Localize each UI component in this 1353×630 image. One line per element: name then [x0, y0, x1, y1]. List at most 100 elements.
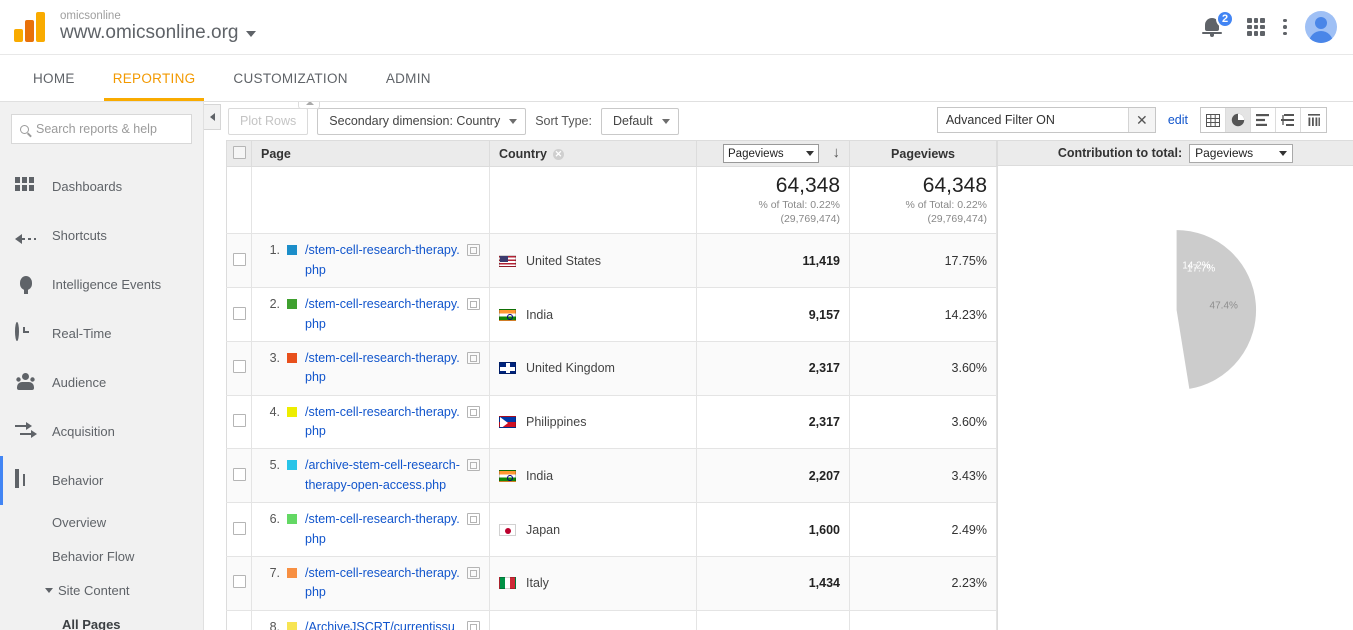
row-checkbox[interactable] — [232, 521, 246, 535]
tab-reporting[interactable]: REPORTING — [94, 55, 215, 101]
property-name-row[interactable]: www.omicsonline.org — [60, 22, 257, 44]
open-in-new-window-icon[interactable] — [467, 298, 480, 311]
select-all-header[interactable] — [226, 140, 252, 167]
apps-grid-icon[interactable] — [1247, 18, 1265, 36]
open-in-new-window-icon[interactable] — [467, 620, 480, 630]
report-body: Page Country ✕ Pageviews ↓ Pageviews 64,… — [226, 140, 1353, 630]
row-checkbox[interactable] — [232, 306, 246, 320]
sidebar-label-site-content: Site Content — [58, 582, 130, 598]
avatar[interactable] — [1305, 11, 1337, 43]
sort-descending-icon[interactable]: ↓ — [833, 144, 841, 161]
row-checkbox-cell[interactable] — [226, 394, 252, 450]
row-checkbox-cell[interactable] — [226, 609, 252, 630]
open-in-new-window-icon[interactable] — [467, 566, 480, 579]
row-page-link[interactable]: /stem-cell-research-therapy.php — [305, 295, 461, 334]
notification-count-badge: 2 — [1216, 10, 1234, 28]
sidebar-item-audience[interactable]: Audience — [0, 358, 203, 407]
table-row[interactable]: 1. /stem-cell-research-therapy.php United … — [226, 233, 997, 289]
table-row[interactable]: 8. /ArchiveJSCRT/currentissue-stem-cell-r… — [226, 609, 997, 630]
row-checkbox[interactable] — [232, 575, 246, 589]
country-flag-icon — [499, 523, 516, 536]
tab-admin[interactable]: ADMIN — [367, 55, 450, 101]
row-checkbox-cell[interactable] — [226, 448, 252, 504]
row-rank: 2. — [269, 297, 280, 312]
plot-rows-button[interactable]: Plot Rows — [228, 107, 309, 135]
table-row[interactable]: 5. /archive-stem-cell-research-therapy-op… — [226, 448, 997, 504]
sidebar-item-real-time[interactable]: Real-Time — [0, 309, 203, 358]
row-page-link[interactable]: /stem-cell-research-therapy.php — [305, 403, 461, 442]
notifications-button[interactable]: 2 — [1202, 10, 1234, 40]
table-row[interactable]: 3. /stem-cell-research-therapy.php United … — [226, 340, 997, 396]
sidebar-item-behavior[interactable]: Behavior — [0, 456, 203, 505]
sidebar-item-acquisition[interactable]: Acquisition — [0, 407, 203, 456]
row-checkbox-cell[interactable] — [226, 340, 252, 396]
row-color-swatch — [287, 406, 297, 417]
advanced-filter-box[interactable]: Advanced Filter ON ✕ — [936, 107, 1156, 133]
sidebar-item-intelligence-events[interactable]: Intelligence Events — [0, 260, 203, 309]
search-reports-field[interactable]: Search reports & help — [11, 114, 192, 144]
sidebar-item-shortcuts[interactable]: Shortcuts — [0, 211, 203, 260]
table-header-row: Page Country ✕ Pageviews ↓ Pageviews — [226, 140, 997, 167]
sidebar-subitem-behavior-flow[interactable]: Behavior Flow — [0, 539, 203, 573]
table-row[interactable]: 6. /stem-cell-research-therapy.php Japan 1,… — [226, 502, 997, 557]
table-view-icon[interactable] — [1201, 108, 1226, 132]
tab-home[interactable]: HOME — [14, 55, 94, 101]
row-color-swatch — [287, 299, 297, 310]
table-row[interactable]: 2. /stem-cell-research-therapy.php India 9,… — [226, 287, 997, 342]
row-page-link[interactable]: /stem-cell-research-therapy.php — [305, 564, 461, 603]
select-all-checkbox[interactable] — [232, 145, 246, 159]
sidebar-item-dashboards[interactable]: Dashboards — [0, 162, 203, 211]
row-country-cell: India — [489, 609, 697, 630]
pie-slice[interactable] — [1174, 228, 1257, 391]
sort-type-select[interactable]: Default — [600, 107, 679, 135]
more-options-icon[interactable] — [1283, 18, 1287, 36]
contribution-label: Contribution to total: — [1057, 146, 1183, 160]
comparison-view-icon[interactable] — [1276, 108, 1301, 132]
row-page-link[interactable]: /stem-cell-research-therapy.php — [305, 349, 461, 388]
advanced-filter-value[interactable]: Advanced Filter ON — [938, 108, 1128, 132]
pie-chart[interactable] — [1092, 226, 1260, 394]
open-in-new-window-icon[interactable] — [467, 244, 480, 257]
open-in-new-window-icon[interactable] — [467, 405, 480, 418]
collapse-chart-handle[interactable] — [298, 102, 320, 109]
secondary-dimension-button[interactable]: Secondary dimension: Country — [317, 107, 527, 135]
pivot-view-icon[interactable] — [1301, 108, 1326, 132]
open-in-new-window-icon[interactable] — [467, 459, 480, 472]
row-color-swatch — [287, 621, 297, 630]
table-row[interactable]: 4. /stem-cell-research-therapy.php Philipp… — [226, 394, 997, 450]
column-header-metric-select[interactable]: Pageviews ↓ — [696, 140, 850, 167]
pie-view-icon[interactable] — [1226, 108, 1251, 132]
row-checkbox-cell[interactable] — [226, 502, 252, 557]
column-header-pageviews[interactable]: Pageviews — [849, 140, 997, 167]
column-header-page[interactable]: Page — [251, 140, 490, 167]
row-checkbox[interactable] — [232, 414, 246, 428]
performance-view-icon[interactable] — [1251, 108, 1276, 132]
row-checkbox[interactable] — [232, 360, 246, 374]
open-in-new-window-icon[interactable] — [467, 513, 480, 526]
row-page-link[interactable]: /stem-cell-research-therapy.php — [305, 241, 461, 280]
chevron-down-icon[interactable] — [246, 30, 257, 37]
row-checkbox-cell[interactable] — [226, 555, 252, 611]
row-checkbox-cell[interactable] — [226, 287, 252, 342]
clear-filter-icon[interactable]: ✕ — [1127, 108, 1155, 132]
sidebar-subitem-site-content[interactable]: Site Content — [0, 573, 203, 607]
column-header-country[interactable]: Country ✕ — [489, 140, 697, 167]
contribution-metric-select[interactable]: Pageviews — [1189, 143, 1294, 163]
collapse-sidebar-button[interactable] — [204, 104, 221, 130]
tab-customization[interactable]: CUSTOMIZATION — [214, 55, 366, 101]
edit-filter-link[interactable]: edit — [1168, 113, 1188, 127]
row-page-link[interactable]: /ArchiveJSCRT/currentissue-stem-cell-res… — [305, 618, 461, 630]
row-page-link[interactable]: /archive-stem-cell-research-therapy-open… — [305, 456, 461, 495]
summary-contribution-cell: 64,348 % of Total: 0.22% (29,769,474) — [849, 166, 997, 235]
table-row[interactable]: 7. /stem-cell-research-therapy.php Italy 1,… — [226, 555, 997, 611]
remove-secondary-dimension-icon[interactable]: ✕ — [552, 148, 564, 160]
account-property-selector[interactable]: omicsonline www.omicsonline.org — [60, 10, 257, 45]
open-in-new-window-icon[interactable] — [467, 351, 480, 364]
sidebar-subitem-all-pages[interactable]: All Pages — [0, 607, 203, 630]
row-checkbox[interactable] — [232, 467, 246, 481]
sidebar-subitem-overview[interactable]: Overview — [0, 505, 203, 539]
row-page-link[interactable]: /stem-cell-research-therapy.php — [305, 510, 461, 549]
metric-select[interactable]: Pageviews — [723, 144, 820, 164]
row-checkbox-cell[interactable] — [226, 233, 252, 289]
row-checkbox[interactable] — [232, 252, 246, 266]
